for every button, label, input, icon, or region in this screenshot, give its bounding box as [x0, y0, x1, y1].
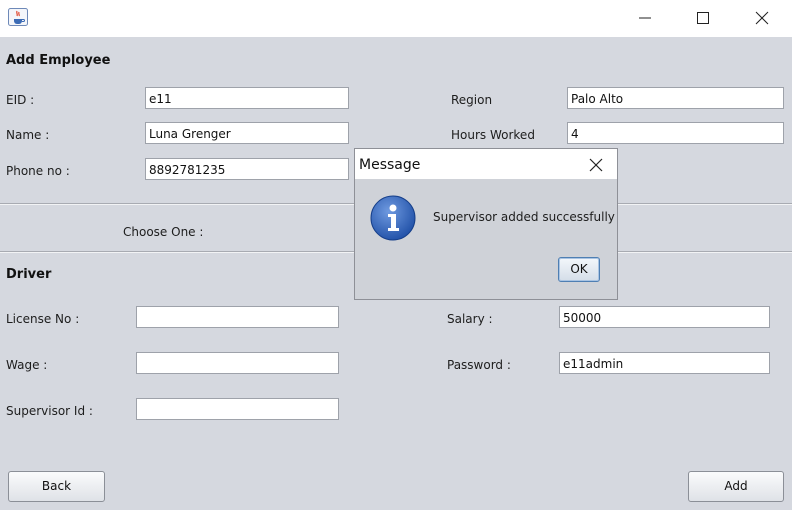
wage-label: Wage : — [6, 358, 48, 372]
password-field[interactable]: e11admin — [559, 352, 770, 374]
supervisor-id-label: Supervisor Id : — [6, 404, 93, 418]
salary-label: Salary : — [447, 312, 493, 326]
back-button[interactable]: Back — [8, 471, 105, 502]
phone-field[interactable]: 8892781235 — [145, 158, 349, 180]
close-icon[interactable] — [750, 6, 774, 30]
eid-field[interactable]: e11 — [145, 87, 349, 109]
password-label: Password : — [447, 358, 511, 372]
add-button[interactable]: Add — [688, 471, 784, 502]
window-title-bar — [0, 0, 793, 37]
dialog-title-bar: Message — [355, 149, 617, 179]
supervisor-id-field[interactable] — [136, 398, 339, 420]
window-bottom-edge — [0, 510, 793, 514]
hours-worked-field[interactable]: 4 — [567, 122, 784, 144]
hours-worked-label: Hours Worked — [451, 128, 535, 142]
minimize-icon[interactable] — [633, 6, 657, 30]
name-field[interactable]: Luna Grenger — [145, 122, 349, 144]
region-field[interactable]: Palo Alto — [567, 87, 784, 109]
driver-title: Driver — [6, 267, 52, 282]
info-icon — [370, 195, 416, 241]
dialog-title: Message — [359, 157, 421, 173]
salary-field[interactable]: 50000 — [559, 306, 770, 328]
region-label: Region — [451, 93, 493, 107]
name-label: Name : — [6, 128, 50, 142]
dialog-close-icon[interactable] — [585, 154, 607, 176]
message-dialog: Message Supervisor added successfully OK — [354, 148, 618, 300]
license-field[interactable] — [136, 306, 339, 328]
wage-field[interactable] — [136, 352, 339, 374]
eid-label: EID : — [6, 93, 35, 107]
dialog-message: Supervisor added successfully — [433, 210, 615, 224]
java-app-icon — [8, 8, 28, 26]
section-title: Add Employee — [6, 53, 111, 68]
license-label: License No : — [6, 312, 80, 326]
choose-one-label: Choose One : — [123, 225, 204, 239]
phone-label: Phone no : — [6, 164, 70, 178]
maximize-icon[interactable] — [691, 6, 715, 30]
ok-button[interactable]: OK — [558, 257, 600, 282]
